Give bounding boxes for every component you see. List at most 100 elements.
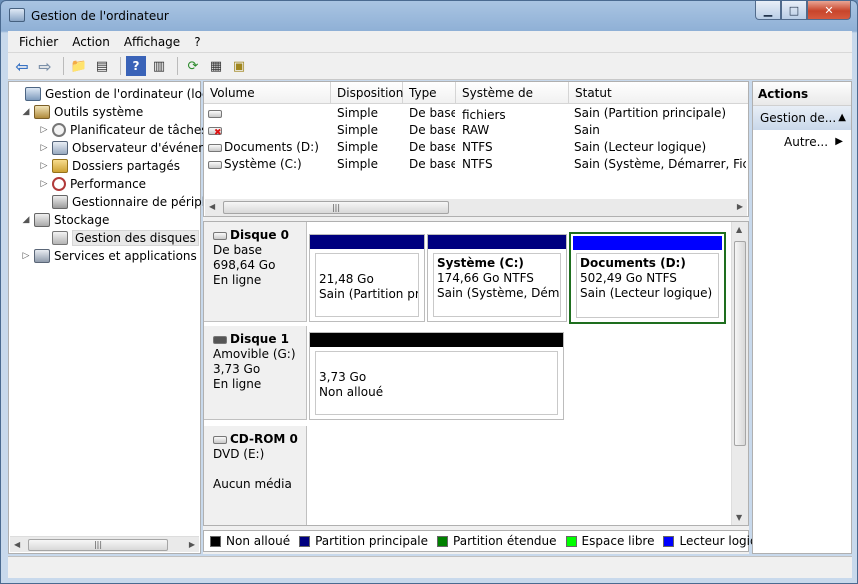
menu-file[interactable]: Fichier bbox=[12, 35, 65, 49]
disk-size: 3,73 Go bbox=[213, 362, 261, 376]
title-bar[interactable]: Gestion de l'ordinateur ▁ □ ✕ bbox=[1, 1, 857, 31]
scrollbar-thumb[interactable] bbox=[734, 241, 746, 446]
partition-size: 502,49 Go NTFS bbox=[580, 271, 677, 285]
legend-label: Non alloué bbox=[226, 534, 291, 548]
column-header-layout[interactable]: Disposition bbox=[331, 82, 403, 104]
scrollbar-thumb[interactable]: ||| bbox=[28, 539, 168, 551]
legend-label: Espace libre bbox=[581, 534, 655, 548]
table-row[interactable]: Documents (D:) Simple De base NTFS Sain … bbox=[204, 139, 748, 156]
partition-system-reserved[interactable]: 21,48 Go Sain (Partition princ bbox=[309, 234, 425, 322]
help-icon[interactable]: ? bbox=[126, 56, 146, 76]
actions-section-label: Gestion de... bbox=[760, 111, 837, 125]
table-row[interactable]: Simple De base Sain (Partition principal… bbox=[204, 105, 748, 122]
tree-item-shared-folders[interactable]: ▷ Dossiers partagés bbox=[38, 157, 180, 175]
partition-status: Sain (Lecteur logique) bbox=[580, 286, 713, 300]
refresh-icon[interactable]: ⟳ bbox=[183, 56, 203, 76]
actions-more-item[interactable]: Autre... ▶ bbox=[753, 130, 851, 154]
volume-disk-icon bbox=[208, 109, 222, 118]
volume-layout: Simple bbox=[337, 157, 378, 171]
tree-horizontal-scrollbar[interactable]: ◀ ||| ▶ bbox=[10, 536, 199, 552]
scroll-down-icon[interactable]: ▼ bbox=[736, 513, 742, 522]
menu-help[interactable]: ? bbox=[187, 35, 207, 49]
tree-label: Gestion de l'ordinateur (local) bbox=[45, 87, 224, 101]
expand-arrow-icon[interactable]: ▷ bbox=[38, 143, 50, 153]
tree-item-event-viewer[interactable]: ▷ Observateur d'événeme bbox=[38, 139, 217, 157]
expand-arrow-icon[interactable]: ▷ bbox=[38, 125, 50, 135]
disk-settings-icon[interactable]: ▣ bbox=[229, 56, 249, 76]
maximize-button[interactable]: □ bbox=[781, 1, 807, 20]
show-action-pane-icon[interactable]: ▥ bbox=[149, 56, 169, 76]
partition-logical-bar bbox=[573, 236, 722, 250]
collapse-up-icon[interactable]: ▲ bbox=[838, 106, 846, 130]
scroll-right-icon[interactable]: ▶ bbox=[189, 540, 195, 549]
shared-folder-icon bbox=[52, 159, 68, 173]
disk-name: Disque 0 bbox=[230, 228, 290, 242]
menu-action[interactable]: Action bbox=[65, 35, 117, 49]
scroll-up-icon[interactable]: ▲ bbox=[736, 225, 742, 234]
disk-0-label[interactable]: Disque 0 De base 698,64 Go En ligne bbox=[204, 222, 307, 322]
column-header-filesystem[interactable]: Système de fichiers bbox=[456, 82, 569, 122]
volume-type: De base bbox=[409, 157, 455, 171]
show-hide-tree-icon[interactable]: ▤ bbox=[92, 56, 112, 76]
expand-arrow-icon[interactable]: ▷ bbox=[38, 161, 50, 171]
expanded-arrow-icon[interactable]: ◢ bbox=[20, 107, 32, 117]
actions-section-disk-management[interactable]: Gestion de... ▲ bbox=[753, 106, 851, 130]
volume-filesystem bbox=[462, 105, 567, 122]
tree-item-disk-management[interactable]: Gestion des disques bbox=[38, 229, 199, 247]
legend-label: Partition étendue bbox=[453, 534, 557, 548]
close-button[interactable]: ✕ bbox=[807, 1, 851, 20]
tree-label: Dossiers partagés bbox=[72, 159, 181, 173]
actions-item-label: Autre... bbox=[784, 135, 829, 149]
performance-icon bbox=[52, 177, 66, 191]
expand-arrow-icon[interactable]: ▷ bbox=[38, 179, 50, 189]
properties-icon[interactable]: ▦ bbox=[206, 56, 226, 76]
disk-state: En ligne bbox=[213, 377, 262, 391]
disk-state: Aucun média bbox=[213, 477, 292, 491]
disk-1-label[interactable]: Disque 1 Amovible (G:) 3,73 Go En ligne bbox=[204, 326, 307, 420]
column-header-type[interactable]: Type bbox=[403, 82, 456, 104]
disk-size bbox=[213, 462, 306, 477]
tree-item-root[interactable]: Gestion de l'ordinateur (local) bbox=[11, 85, 224, 103]
cdrom-0-label[interactable]: CD-ROM 0 DVD (E:) Aucun média bbox=[204, 426, 307, 525]
expanded-arrow-icon[interactable]: ◢ bbox=[20, 215, 32, 225]
partition-documents-d[interactable]: Documents (D:) 502,49 Go NTFS Sain (Lect… bbox=[569, 232, 726, 324]
tree-label: Observateur d'événeme bbox=[72, 141, 218, 155]
window-title: Gestion de l'ordinateur bbox=[31, 9, 169, 23]
legend-item: Non alloué bbox=[210, 534, 290, 548]
forward-arrow-icon[interactable]: ⇨ bbox=[35, 56, 55, 76]
disk-map-vertical-scrollbar[interactable]: ▲ ▼ bbox=[731, 222, 748, 525]
scroll-left-icon[interactable]: ◀ bbox=[14, 540, 20, 549]
tree-item-tools[interactable]: ◢ Outils système bbox=[20, 103, 143, 121]
menu-bar: Fichier Action Affichage ? bbox=[8, 31, 852, 53]
scroll-left-icon[interactable]: ◀ bbox=[209, 202, 215, 211]
tree-item-device-manager[interactable]: Gestionnaire de périphé bbox=[38, 193, 217, 211]
volume-type: De base bbox=[409, 140, 455, 154]
table-row[interactable]: Simple De base RAW Sain bbox=[204, 122, 748, 139]
disk-state: En ligne bbox=[213, 273, 262, 287]
disk-kind: De base bbox=[213, 243, 263, 257]
scrollbar-thumb[interactable]: ||| bbox=[223, 201, 449, 214]
scroll-right-icon[interactable]: ▶ bbox=[737, 202, 743, 211]
disk-kind: Amovible (G:) bbox=[213, 347, 296, 361]
toolbar-separator bbox=[120, 57, 121, 75]
partition-size: 174,66 Go NTFS bbox=[437, 271, 534, 285]
tree-item-performance[interactable]: ▷ Performance bbox=[38, 175, 146, 193]
cdrom-icon bbox=[213, 435, 227, 444]
partition-system-c[interactable]: Système (C:) 174,66 Go NTFS Sain (Systèm… bbox=[427, 234, 567, 322]
tree-item-task-scheduler[interactable]: ▷ Planificateur de tâches bbox=[38, 121, 208, 139]
computer-icon bbox=[25, 87, 41, 101]
column-header-status[interactable]: Statut bbox=[569, 82, 748, 104]
tree-item-storage[interactable]: ◢ Stockage bbox=[20, 211, 109, 229]
tree-item-services[interactable]: ▷ Services et applications bbox=[20, 247, 197, 265]
volume-list-horizontal-scrollbar[interactable]: ◀ ||| ▶ bbox=[205, 199, 747, 216]
up-folder-icon[interactable]: 📁 bbox=[69, 56, 89, 76]
column-header-volume[interactable]: Volume bbox=[204, 82, 331, 104]
minimize-button[interactable]: ▁ bbox=[755, 1, 781, 20]
back-arrow-icon[interactable]: ⇦ bbox=[12, 56, 32, 76]
menu-view[interactable]: Affichage bbox=[117, 35, 187, 49]
table-row[interactable]: Système (C:) Simple De base NTFS Sain (S… bbox=[204, 156, 748, 173]
expand-arrow-icon[interactable]: ▷ bbox=[20, 251, 32, 261]
tree-label: Services et applications bbox=[54, 249, 197, 263]
partition-unallocated[interactable]: 3,73 Go Non alloué bbox=[309, 332, 564, 420]
volume-list: Volume Disposition Type Système de fichi… bbox=[203, 81, 749, 217]
